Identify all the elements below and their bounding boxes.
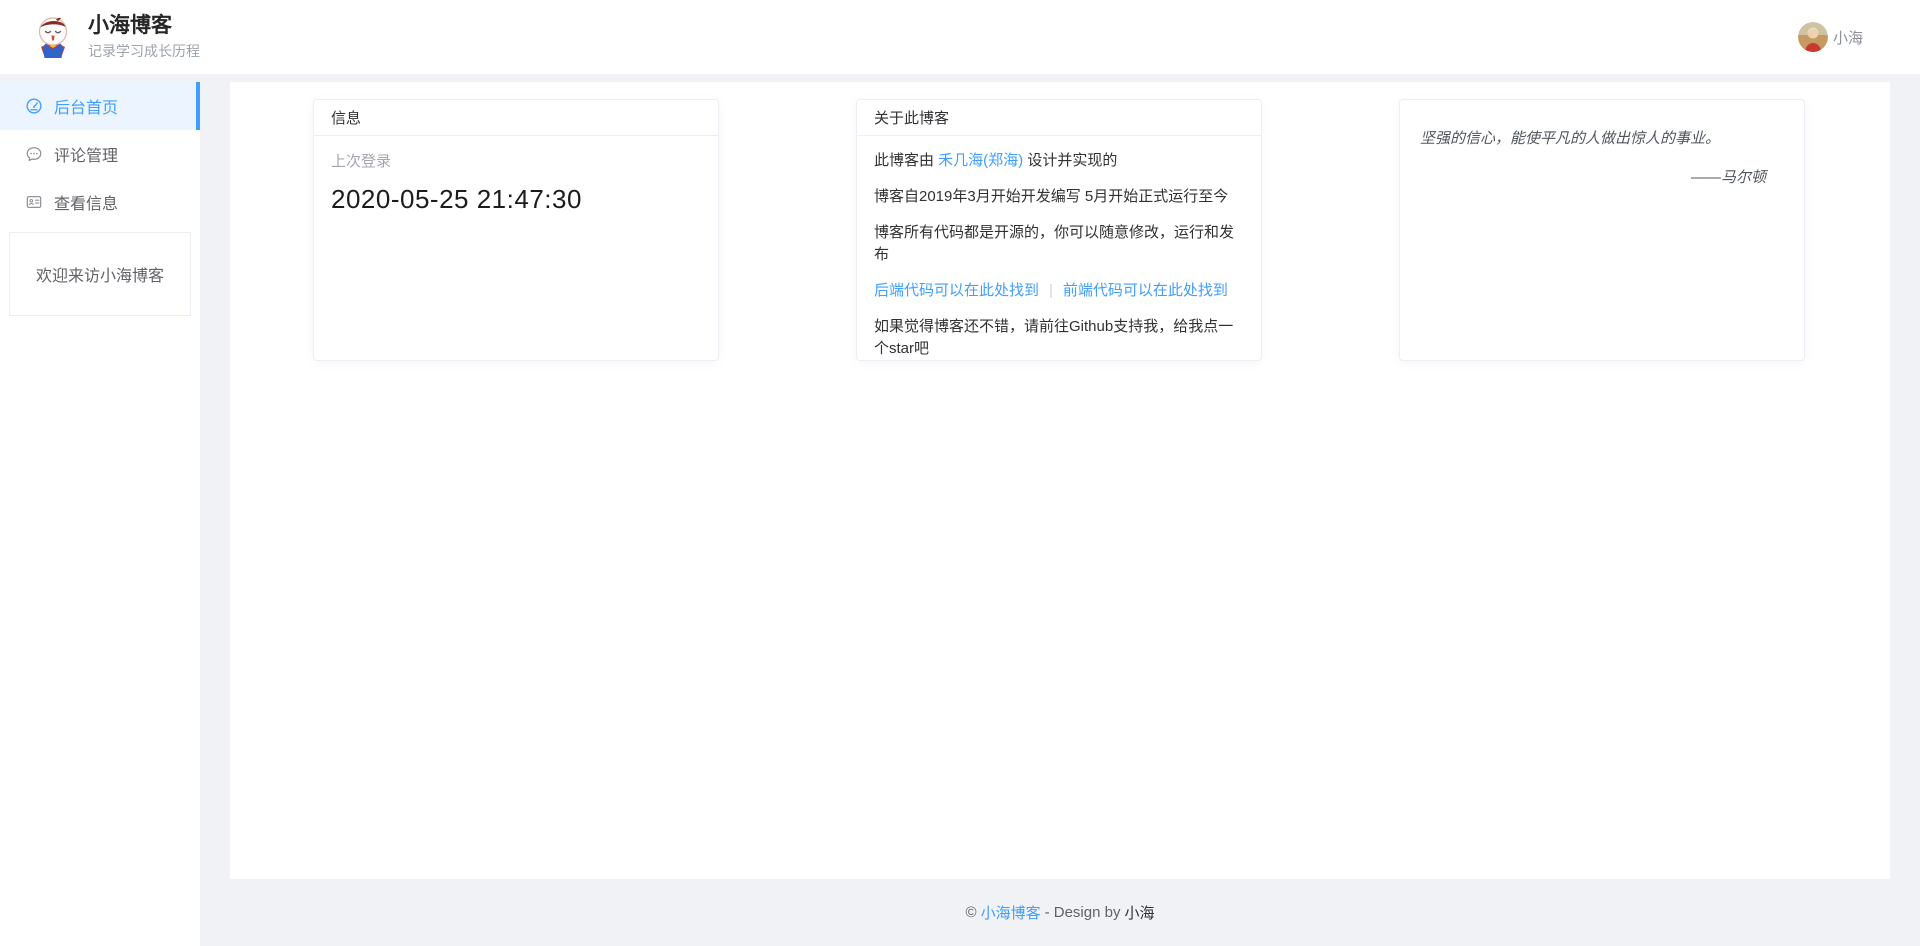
quote-text: 坚强的信心，能使平凡的人做出惊人的事业。 <box>1420 128 1784 151</box>
sidebar-item-comments[interactable]: 评论管理 <box>0 130 200 178</box>
quote-card: 坚强的信心，能使平凡的人做出惊人的事业。 ——马尔顿 <box>1399 99 1805 361</box>
app-header: 小海博客 记录学习成长历程 小海 <box>0 0 1920 74</box>
info-card-header: 信息 <box>314 100 718 136</box>
footer-designer-name: 小海 <box>1124 902 1154 923</box>
cards-row: 信息 上次登录 2020-05-25 21:47:30 关于此博客 此博客由 禾… <box>313 99 1807 361</box>
info-card-body: 上次登录 2020-05-25 21:47:30 <box>314 136 718 229</box>
info-card-title: 信息 <box>331 107 361 128</box>
page-footer: © 小海博客 - Design by 小海 <box>230 879 1890 946</box>
site-logo-icon <box>30 14 76 60</box>
comments-icon <box>25 145 43 163</box>
footer-site-link[interactable]: 小海博客 <box>981 902 1041 923</box>
frontend-code-link[interactable]: 前端代码可以在此处找到 <box>1063 282 1228 299</box>
sidebar-item-label: 后台首页 <box>54 94 118 118</box>
backend-code-link[interactable]: 后端代码可以在此处找到 <box>874 282 1039 299</box>
about-line-history: 博客自2019年3月开始开发编写 5月开始正式运行至今 <box>874 186 1244 208</box>
site-title: 小海博客 <box>88 13 200 38</box>
dashboard-icon <box>25 97 43 115</box>
about-card-header: 关于此博客 <box>857 100 1261 136</box>
site-subtitle: 记录学习成长历程 <box>88 41 200 61</box>
user-avatar[interactable] <box>1798 22 1828 52</box>
last-login-time: 2020-05-25 21:47:30 <box>331 184 701 215</box>
welcome-text: 欢迎来访小海博客 <box>36 262 164 286</box>
about-line-opensource: 博客所有代码都是开源的，你可以随意修改，运行和发布 <box>874 222 1244 266</box>
info-card: 信息 上次登录 2020-05-25 21:47:30 <box>313 99 719 361</box>
copyright-symbol: © <box>966 904 977 921</box>
link-separator: | <box>1039 282 1063 299</box>
page-body: 后台首页 评论管理 <box>0 74 1920 946</box>
about-line-star: 如果觉得博客还不错，请前往Github支持我，给我点一个star吧 <box>874 316 1244 360</box>
about-card: 关于此博客 此博客由 禾几海(郑海) 设计并实现的 博客自2019年3月开始开发… <box>856 99 1262 361</box>
about-card-body: 此博客由 禾几海(郑海) 设计并实现的 博客自2019年3月开始开发编写 5月开… <box>857 136 1261 361</box>
last-login-label: 上次登录 <box>331 150 701 171</box>
sidebar-item-dashboard[interactable]: 后台首页 <box>0 82 200 130</box>
author-link[interactable]: 禾几海(郑海) <box>938 152 1023 169</box>
main-column: 信息 上次登录 2020-05-25 21:47:30 关于此博客 此博客由 禾… <box>230 82 1890 946</box>
footer-middle-text: - Design by <box>1045 904 1121 921</box>
sidebar: 后台首页 评论管理 <box>0 82 200 946</box>
about-line1-suffix: 设计并实现的 <box>1023 152 1117 169</box>
user-name: 小海 <box>1833 27 1863 48</box>
site-title-block: 小海博客 记录学习成长历程 <box>88 13 200 61</box>
sidebar-item-label: 查看信息 <box>54 190 118 214</box>
main-panel: 信息 上次登录 2020-05-25 21:47:30 关于此博客 此博客由 禾… <box>230 82 1890 879</box>
profile-icon <box>25 193 43 211</box>
about-card-title: 关于此博客 <box>874 107 949 128</box>
sidebar-item-profile[interactable]: 查看信息 <box>0 178 200 226</box>
welcome-box: 欢迎来访小海博客 <box>9 232 191 316</box>
sidebar-menu: 后台首页 评论管理 <box>0 82 200 226</box>
quote-card-body: 坚强的信心，能使平凡的人做出惊人的事业。 ——马尔顿 <box>1400 100 1804 207</box>
header-user-menu[interactable]: 小海 <box>1798 22 1863 52</box>
sidebar-item-label: 评论管理 <box>54 142 118 166</box>
about-line1-prefix: 此博客由 <box>874 152 938 169</box>
quote-author: ——马尔顿 <box>1420 166 1784 187</box>
about-line-author: 此博客由 禾几海(郑海) 设计并实现的 <box>874 150 1244 172</box>
about-line-code-links: 后端代码可以在此处找到|前端代码可以在此处找到 <box>874 280 1244 302</box>
